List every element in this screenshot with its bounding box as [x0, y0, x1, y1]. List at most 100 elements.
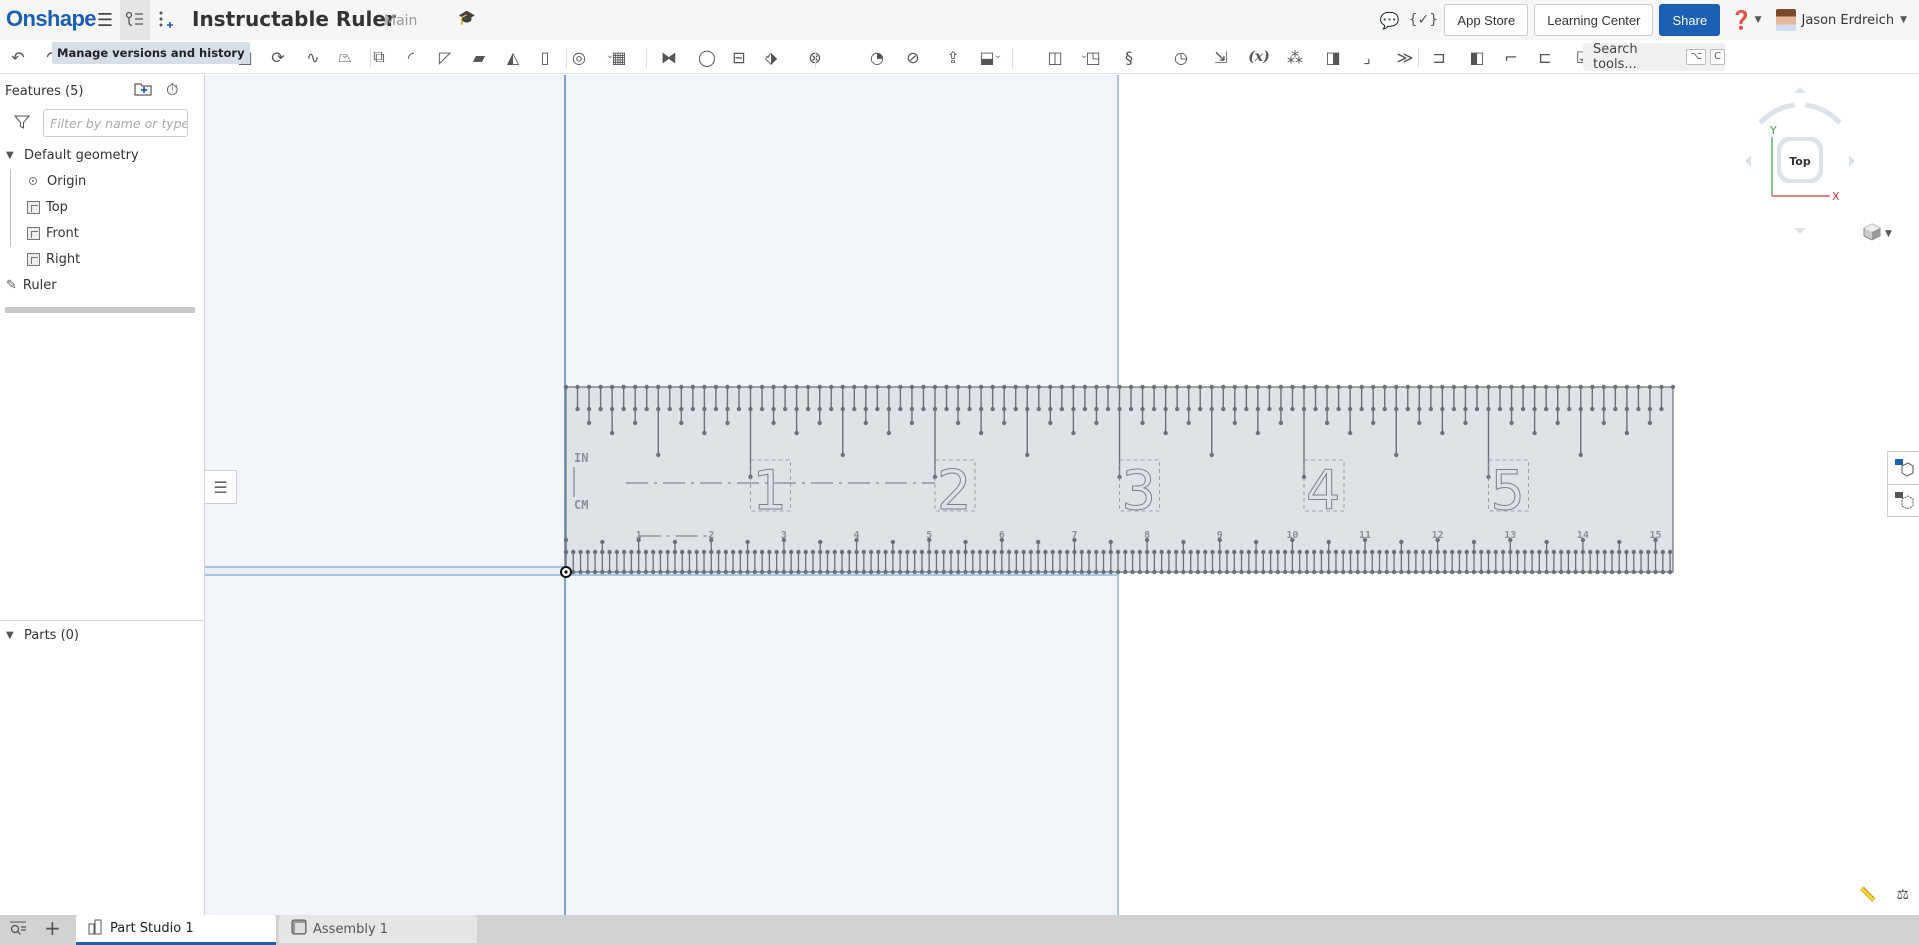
tab-part-studio-1[interactable]: Part Studio 1 [76, 915, 276, 945]
sketch-point[interactable] [1050, 549, 1055, 555]
sketch-point[interactable] [1043, 549, 1048, 555]
filter-input[interactable] [43, 109, 188, 137]
sketch-point[interactable] [1144, 549, 1150, 555]
sketch-point[interactable] [1617, 569, 1622, 575]
sketch-point[interactable] [1348, 569, 1353, 575]
sketch-point[interactable] [679, 384, 684, 390]
sketch-point[interactable] [1224, 569, 1230, 575]
sketch-point[interactable] [1065, 549, 1070, 555]
measure-tape-icon[interactable]: 📏 [1859, 887, 1876, 903]
sketch-point[interactable] [1140, 384, 1145, 390]
sketch-point[interactable] [725, 420, 730, 426]
sketch-point[interactable] [967, 406, 972, 412]
sketch-point[interactable] [1094, 406, 1099, 412]
sketch-point[interactable] [1394, 406, 1399, 412]
sketch-point[interactable] [1108, 549, 1113, 555]
sketch-point[interactable] [629, 569, 634, 575]
sketch-point[interactable] [578, 549, 583, 555]
sketch-point[interactable] [1647, 384, 1653, 390]
sketch-point[interactable] [818, 549, 823, 555]
sketch-point[interactable] [1370, 549, 1375, 555]
unit-label-in[interactable]: IN [574, 451, 588, 465]
shell-icon[interactable]: ▯ [532, 45, 558, 69]
sketch-point[interactable] [585, 569, 590, 575]
sketch-point[interactable] [1059, 406, 1065, 412]
sketch-point[interactable] [709, 569, 714, 575]
sketch-point[interactable] [956, 569, 961, 575]
sketch-point[interactable] [1336, 384, 1341, 390]
sketch-point[interactable] [1144, 569, 1150, 575]
sketch-point[interactable] [672, 549, 678, 555]
bend-relief-icon[interactable]: ◧ [1464, 45, 1490, 69]
sketch-point[interactable] [955, 406, 961, 412]
sketch-point[interactable] [1474, 406, 1480, 412]
sketch-point[interactable] [600, 549, 605, 555]
sketch-point[interactable] [1255, 430, 1261, 436]
sketch-point[interactable] [1543, 384, 1549, 390]
sketch-point[interactable] [1463, 406, 1468, 412]
learning-center-button[interactable]: Learning Center [1534, 4, 1654, 36]
tab-manager-icon[interactable] [9, 921, 27, 939]
sketch-point[interactable] [909, 406, 915, 412]
thicken-dropdown-chevron-icon[interactable]: ⌄ [339, 50, 351, 61]
flange-icon[interactable]: ⌟ [1354, 45, 1380, 69]
sketch-point[interactable] [1101, 569, 1106, 575]
sketch-point[interactable] [656, 406, 661, 412]
sketch-point[interactable] [941, 549, 946, 555]
sketch-point[interactable] [782, 384, 788, 390]
sketch-point[interactable] [1159, 569, 1164, 575]
sketch-point[interactable] [1050, 569, 1055, 575]
cm-label[interactable]: 4 [854, 530, 860, 541]
sketch-point[interactable] [863, 384, 869, 390]
sketch-point[interactable] [1613, 384, 1618, 390]
sketch-point[interactable] [1072, 549, 1077, 555]
sketch-point[interactable] [1391, 569, 1397, 575]
sketch-point[interactable] [745, 569, 750, 575]
sketch-point[interactable] [1290, 384, 1295, 390]
sketch-point[interactable] [1532, 406, 1537, 412]
sketch-point[interactable] [1311, 569, 1317, 575]
sweep-icon[interactable]: ∿ [300, 45, 326, 69]
sketch-point[interactable] [1267, 384, 1272, 390]
sketch-point[interactable] [825, 549, 830, 555]
sketch-point[interactable] [1071, 406, 1076, 412]
sketch-point[interactable] [1324, 384, 1330, 390]
sketch-point[interactable] [1232, 569, 1237, 575]
sketch-point[interactable] [1304, 569, 1310, 575]
sketch-point[interactable] [1486, 384, 1491, 390]
sketch-point[interactable] [1311, 549, 1317, 555]
sketch-point[interactable] [1244, 406, 1249, 412]
sketch-point[interactable] [1173, 569, 1179, 575]
sketch-point[interactable] [1128, 406, 1134, 412]
sketch-point[interactable] [944, 384, 949, 390]
sketch-point[interactable] [607, 549, 612, 555]
sketch-point[interactable] [912, 569, 917, 575]
sketch-point[interactable] [990, 384, 995, 390]
sketch-point[interactable] [1471, 569, 1477, 575]
cm-label[interactable]: 10 [1286, 530, 1298, 541]
sketch-point[interactable] [876, 549, 881, 555]
sketch-point[interactable] [563, 537, 569, 543]
sketch-point[interactable] [592, 549, 598, 555]
sketch-point[interactable] [1440, 430, 1445, 436]
sketch-point[interactable] [614, 549, 620, 555]
sketch-point[interactable] [1137, 549, 1143, 555]
assembly-icon[interactable]: ⁂ [1282, 45, 1308, 69]
sketch-point[interactable] [1428, 406, 1434, 412]
sketch-point[interactable] [852, 406, 857, 412]
sketch-point[interactable] [1457, 569, 1462, 575]
sketch-point[interactable] [690, 384, 696, 390]
sketch-point[interactable] [598, 384, 603, 390]
feature-item-right[interactable]: Right [27, 248, 80, 270]
sketch-point[interactable] [978, 406, 984, 412]
sketch-point[interactable] [694, 569, 699, 575]
sketch-point[interactable] [1105, 384, 1111, 390]
tab-icon[interactable]: ⊐ [1426, 45, 1452, 69]
sketch-point[interactable] [1246, 569, 1251, 575]
sketch-point[interactable] [621, 549, 627, 555]
cm-label[interactable]: 14 [1577, 530, 1589, 541]
sketch-point[interactable] [600, 569, 605, 575]
sketch-point[interactable] [854, 549, 859, 555]
sketch-point[interactable] [1094, 420, 1099, 426]
sketch-point[interactable] [1384, 549, 1390, 555]
